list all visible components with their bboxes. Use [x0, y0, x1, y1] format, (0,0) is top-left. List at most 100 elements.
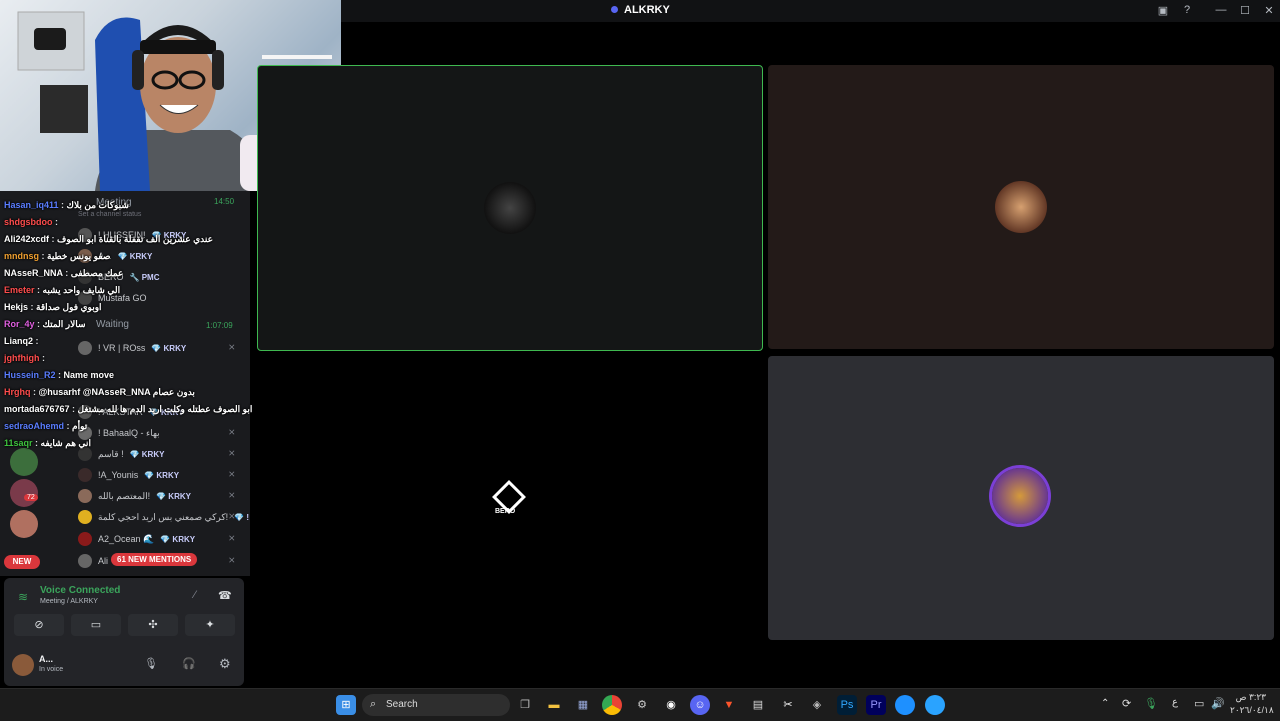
steam-library-icon[interactable]: ◈: [807, 695, 827, 715]
deafened-icon: ⨯: [228, 555, 236, 565]
microphone-icon[interactable]: 🎙: [144, 657, 158, 670]
user-status: In voice: [39, 666, 64, 673]
deafened-icon: ⨯: [228, 490, 236, 500]
headphones-icon[interactable]: 🎧: [182, 657, 196, 670]
microphone-icon[interactable]: 🎙: [1144, 697, 1158, 710]
capcut-icon[interactable]: ✂: [778, 695, 798, 715]
clock-time[interactable]: ٣:٢٣ ص: [1232, 692, 1266, 703]
chat-message: 11saqr : اني هم شايفه: [4, 438, 91, 448]
chat-message: Ali242xcdf : عندي عشرين الف تقفلة بالقنا…: [4, 234, 213, 244]
minimize-button[interactable]: —: [1214, 4, 1228, 16]
language-indicator[interactable]: ع: [1172, 697, 1178, 708]
soundboard-button[interactable]: ✦: [185, 614, 235, 636]
chat-user: Lianq2: [4, 336, 34, 346]
chat-user: NAsseR_NNA: [4, 268, 63, 278]
chat-message: shdgsbdoo :: [4, 217, 58, 227]
voice-member[interactable]: A2_Ocean 🌊 💎 KRKY: [78, 529, 195, 549]
avatar: [78, 532, 92, 546]
chat-message: mndnsg : صفو يونس خطية: [4, 251, 111, 261]
app-icon[interactable]: [895, 695, 915, 715]
new-mentions-pill[interactable]: 61 NEW MENTIONS: [111, 553, 198, 566]
chat-text: سالار المتك: [42, 319, 86, 329]
photoshop-icon[interactable]: Ps: [837, 695, 857, 715]
clock-date[interactable]: ٢٠٢٦/٠٤/١٨: [1230, 705, 1274, 716]
participant-tile[interactable]: [768, 65, 1274, 349]
chevron-up-icon[interactable]: ⌃: [1101, 698, 1109, 709]
start-icon[interactable]: ⊞: [336, 695, 356, 715]
signal-icon[interactable]: ≋: [18, 590, 28, 604]
help-icon[interactable]: ?: [1180, 4, 1194, 16]
chat-message: Hrghq : @husarhf @NAsseR_NNA بدون عصام: [4, 387, 195, 397]
search-icon: ⌕: [370, 698, 377, 710]
chat-message: Lianq2 :: [4, 336, 39, 346]
server-icon[interactable]: [10, 479, 38, 507]
member-name: !A_Younis: [98, 470, 139, 480]
brave-icon[interactable]: ▼: [719, 695, 739, 715]
deafened-icon: ⨯: [228, 469, 236, 479]
search-placeholder: Search: [386, 699, 418, 710]
avatar: [78, 554, 92, 568]
settings-gear-icon[interactable]: ⚙: [219, 656, 231, 672]
voice-member[interactable]: كركي صمعني بس اريد احجي كلمة! 💎 !: [78, 507, 249, 527]
premiere-icon[interactable]: Pr: [866, 695, 886, 715]
participant-tile[interactable]: [768, 356, 1274, 640]
screen-share-button[interactable]: ▭: [71, 614, 121, 636]
chat-text: عمك مصطفى: [70, 268, 124, 278]
activities-button[interactable]: ✣: [128, 614, 178, 636]
chat-message: Hussein_R2 : Name move: [4, 370, 115, 380]
network-icon[interactable]: ▭: [1194, 697, 1204, 710]
discord-icon: [611, 6, 618, 13]
app-icon[interactable]: ▤: [748, 695, 768, 715]
chat-message: Ror_4y : سالار المتك: [4, 319, 86, 329]
volume-icon[interactable]: 🔊: [1211, 697, 1225, 710]
store-icon[interactable]: ▦: [573, 695, 593, 715]
task-view-icon[interactable]: ❐: [515, 695, 535, 715]
voice-member[interactable]: Ali: [78, 551, 108, 571]
member-name: كركي صمعني بس اريد احجي كلمة!: [98, 511, 229, 522]
voice-member[interactable]: !A_Younis 💎 KRKY: [78, 465, 179, 485]
participant-avatar: [995, 181, 1047, 233]
app-icon[interactable]: [925, 695, 945, 715]
steam-icon[interactable]: ◉: [661, 695, 681, 715]
avatar[interactable]: [12, 654, 34, 676]
maximize-button[interactable]: ☐: [1238, 4, 1252, 17]
chat-user: Hasan_iq411: [4, 200, 59, 210]
new-badge[interactable]: NEW: [4, 555, 40, 569]
member-name: Ali: [98, 556, 109, 566]
server-icon[interactable]: [10, 510, 38, 538]
chat-text: ابو الصوف عطتله وكلت اريد الدم ها لله مش…: [77, 404, 253, 414]
windows-taskbar: ⊞ ⌕ Search ❐ ▬ ▦ ⚙ ◉ ☺ ▼ ▤ ✂ ◈ Ps Pr ⌃ ⟳…: [0, 688, 1280, 721]
participant-tile-speaking[interactable]: [257, 65, 763, 351]
chat-text: شبوكات من بلاك: [66, 200, 129, 210]
chat-user: sedraoAhemd: [4, 421, 65, 431]
chat-text: اوبوي فول صداقة: [36, 302, 102, 312]
close-button[interactable]: ✕: [1262, 4, 1276, 17]
title-bar: ALKRKY ▣ ? — ☐ ✕: [341, 0, 1280, 22]
search-box[interactable]: ⌕ Search: [362, 694, 510, 716]
chat-message: Emeter : الي شايف واحد يشبه: [4, 285, 121, 295]
inbox-icon[interactable]: ▣: [1156, 4, 1170, 17]
voice-channel-path[interactable]: Meeting / ALKRKY: [40, 598, 98, 605]
voice-panel: ≋ Voice Connected Meeting / ALKRKY ⁄ ☎ ⊘…: [4, 578, 244, 686]
participant-tile-bero[interactable]: BERO: [257, 356, 761, 640]
chrome-icon[interactable]: [602, 695, 622, 715]
camera-button[interactable]: ⊘: [14, 614, 64, 636]
noise-suppression-icon[interactable]: ⁄: [194, 589, 196, 601]
window-title-text: ALKRKY: [624, 4, 670, 16]
stream-chat-overlay: Hasan_iq411 : شبوكات من بلاك shdgsbdoo :…: [0, 196, 253, 456]
chat-text: اني هم شايفه: [40, 438, 91, 448]
discord-icon[interactable]: ☺: [690, 695, 710, 715]
settings-icon[interactable]: ⚙: [632, 695, 652, 715]
chat-message: mortada676767 : ابو الصوف عطتله وكلت اري…: [4, 404, 253, 414]
participant-avatar: [484, 182, 536, 234]
file-explorer-icon[interactable]: ▬: [544, 695, 564, 715]
disconnect-icon[interactable]: ☎: [218, 589, 232, 602]
voice-status[interactable]: Voice Connected: [40, 585, 120, 596]
participant-avatar: [992, 468, 1048, 524]
sync-icon[interactable]: ⟳: [1122, 697, 1131, 710]
user-name[interactable]: A...: [39, 654, 53, 664]
member-name: A2_Ocean 🌊: [98, 533, 155, 544]
voice-member[interactable]: المعتصم بالله! 💎 KRKY: [78, 486, 191, 506]
chat-text: صفو يونس خطية: [47, 251, 111, 261]
avatar: [78, 468, 92, 482]
